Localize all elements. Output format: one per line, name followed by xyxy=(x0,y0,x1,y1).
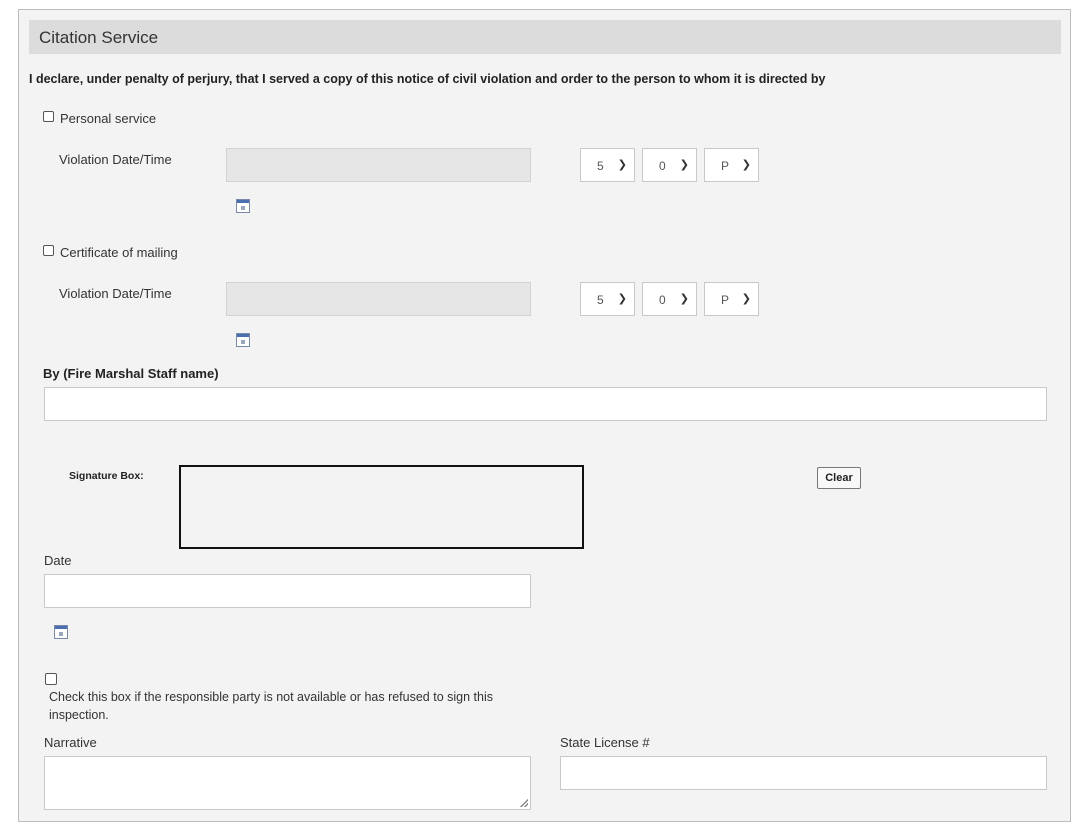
ampm-select-2-value: P xyxy=(721,293,730,307)
chevron-down-icon: ❯ xyxy=(617,159,627,171)
minute-select-2-value: 0 xyxy=(659,293,666,307)
date-input[interactable] xyxy=(44,574,531,608)
staff-name-label: By (Fire Marshal Staff name) xyxy=(43,366,219,381)
signature-label: Signature Box: xyxy=(69,470,144,482)
declaration-text: I declare, under penalty of perjury, tha… xyxy=(29,72,826,86)
chevron-down-icon: ❯ xyxy=(679,293,689,305)
calendar-icon[interactable] xyxy=(54,625,68,639)
ampm-select-2[interactable]: P ❯ xyxy=(704,282,759,316)
ampm-select-1-value: P xyxy=(721,159,730,173)
signature-box[interactable] xyxy=(179,465,584,549)
date-label: Date xyxy=(44,553,72,568)
violation-date-input-1[interactable] xyxy=(226,148,531,182)
violation-datetime-label-2: Violation Date/Time xyxy=(59,286,172,301)
calendar-icon[interactable] xyxy=(236,199,250,213)
hour-select-2[interactable]: 5 ❯ xyxy=(580,282,635,316)
refuse-sign-label: Check this box if the responsible party … xyxy=(49,690,493,722)
ampm-select-1[interactable]: P ❯ xyxy=(704,148,759,182)
hour-select-1[interactable]: 5 ❯ xyxy=(580,148,635,182)
minute-select-1[interactable]: 0 ❯ xyxy=(642,148,697,182)
hour-select-2-value: 5 xyxy=(597,293,604,307)
refuse-sign-checkbox[interactable] xyxy=(45,673,57,685)
violation-date-input-2[interactable] xyxy=(226,282,531,316)
panel-header: Citation Service xyxy=(29,20,1061,54)
calendar-icon[interactable] xyxy=(236,333,250,347)
chevron-down-icon: ❯ xyxy=(741,159,751,171)
staff-name-input[interactable] xyxy=(44,387,1047,421)
citation-service-panel: Citation Service I declare, under penalt… xyxy=(18,9,1071,822)
hour-select-1-value: 5 xyxy=(597,159,604,173)
personal-service-checkbox[interactable] xyxy=(43,111,54,122)
chevron-down-icon: ❯ xyxy=(679,159,689,171)
minute-select-1-value: 0 xyxy=(659,159,666,173)
clear-signature-button[interactable]: Clear xyxy=(817,467,861,489)
certificate-mailing-label: Certificate of mailing xyxy=(60,245,178,260)
state-license-label: State License # xyxy=(560,735,650,750)
chevron-down-icon: ❯ xyxy=(741,293,751,305)
minute-select-2[interactable]: 0 ❯ xyxy=(642,282,697,316)
chevron-down-icon: ❯ xyxy=(617,293,627,305)
narrative-label: Narrative xyxy=(44,735,97,750)
personal-service-label: Personal service xyxy=(60,111,157,126)
panel-title: Citation Service xyxy=(39,28,159,47)
narrative-textarea[interactable] xyxy=(44,756,531,810)
resize-handle-icon[interactable] xyxy=(520,799,528,807)
certificate-mailing-checkbox[interactable] xyxy=(43,245,54,256)
violation-datetime-label-1: Violation Date/Time xyxy=(59,152,172,167)
state-license-input[interactable] xyxy=(560,756,1047,790)
